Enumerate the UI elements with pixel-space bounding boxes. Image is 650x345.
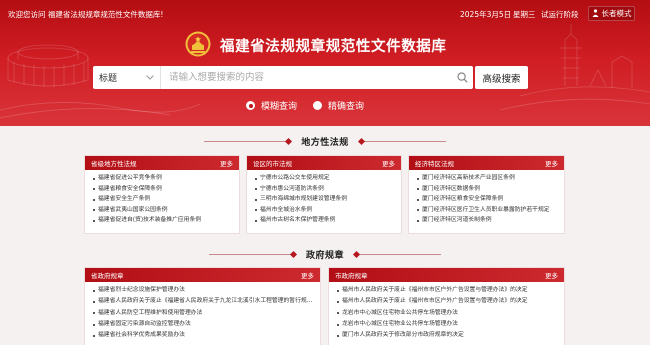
card-provincial-regulations: 省级地方性法规 更多 福建省促进公平竞争条例 福建省粮食安全保障条例 福建省安全…: [84, 155, 240, 234]
list-item[interactable]: 福建省固定污染源自动监控管理办法: [93, 319, 314, 330]
exact-query-label: 精确查询: [328, 102, 365, 112]
elder-mode-label: 长者模式: [601, 9, 632, 18]
card-header: 市政府规章 更多: [329, 268, 564, 282]
list-item[interactable]: 福建省粮食安全保障条例: [93, 184, 233, 195]
card-title: 设区的市法规: [253, 160, 292, 168]
header-banner: 欢迎您访问 福建省法规规章规范性文件数据库! 2025年3月5日 星期三 试运行…: [0, 0, 650, 126]
list-item[interactable]: 福州市人民政府关于废止《福州市市区户外广告设置与管理办法》的决定: [337, 285, 558, 296]
list-item[interactable]: 福建省人民政府关于废止《福建省人民政府关于九龙江北溪引水工程管理的暂行规定》的决…: [93, 296, 314, 307]
card-header: 省级地方性法规 更多: [85, 156, 239, 170]
more-link[interactable]: 更多: [382, 158, 395, 168]
section-heading-rules: 政府规章: [0, 247, 650, 261]
rule-list: 福州市人民政府关于废止《福州市市区户外广告设置与管理办法》的决定 福州市人民政府…: [329, 282, 564, 341]
top-bar: 欢迎您访问 福建省法规规章规范性文件数据库! 2025年3月5日 星期三 试运行…: [0, 0, 650, 26]
regulation-list: 宁德市公路公交车使用规定 宁德市惠公河道防洪条例 三明市海绵城市规划建设管理条例…: [247, 170, 401, 226]
list-item[interactable]: 厦门经济特区河道长制条例: [417, 215, 558, 226]
list-item[interactable]: 厦门经济特区高新技术产业园区条例: [417, 173, 558, 184]
card-title: 省级地方性法规: [91, 160, 137, 168]
search-bar: 标题: [93, 66, 473, 89]
regulation-list: 福建省促进公平竞争条例 福建省粮食安全保障条例 福建省安全生产条例 福建省武夷山…: [85, 170, 239, 226]
list-item[interactable]: 福建省武夷山国家公园条例: [93, 205, 233, 216]
list-item[interactable]: 福建省促进公平竞争条例: [93, 173, 233, 184]
welcome-text: 欢迎您访问 福建省法规规章规范性文件数据库!: [8, 10, 164, 19]
radio-selected-icon: [246, 101, 255, 110]
chevron-down-icon: [146, 74, 154, 82]
list-item[interactable]: 福州市古树名木保护管理条例: [255, 215, 395, 226]
more-link[interactable]: 更多: [301, 270, 314, 280]
national-emblem-icon: [185, 31, 211, 57]
card-header: 省政府规章 更多: [85, 268, 320, 282]
search-field-select[interactable]: 标题: [93, 66, 161, 89]
date-text: 2025年3月5日: [460, 10, 512, 19]
site-title: 福建省法规规章规范性文件数据库: [220, 39, 447, 55]
list-item[interactable]: 福建省人民防空工程维护和使用管理办法: [93, 308, 314, 319]
divider: [360, 140, 446, 142]
fuzzy-query-radio[interactable]: 模糊查询: [246, 99, 297, 112]
section-title: 政府规章: [305, 250, 344, 261]
divider: [204, 140, 290, 142]
advanced-search-button[interactable]: 高级搜索: [475, 66, 528, 89]
query-mode-group: 模糊查询 精确查询: [246, 99, 364, 112]
card-provincial-rules: 省政府规章 更多 福建省烈士纪念设施保护管理办法 福建省人民政府关于废止《福建省…: [84, 267, 321, 345]
card-sez-regulations: 经济特区法规 更多 厦门经济特区高新技术产业园区条例 厦门经济特区数据条例 厦门…: [408, 155, 565, 234]
card-header: 设区的市法规 更多: [247, 156, 401, 170]
divider: [208, 253, 294, 255]
rule-list: 福建省烈士纪念设施保护管理办法 福建省人民政府关于废止《福建省人民政府关于九龙江…: [85, 282, 320, 341]
list-item[interactable]: 龙岩市中心城区住宅物业公共停车场管理办法: [337, 319, 558, 330]
elder-mode-button[interactable]: 长者模式: [588, 6, 635, 21]
list-item[interactable]: 福建省社会科学优秀成果奖励办法: [93, 330, 314, 341]
section-heading-regulations: 地方性法规: [0, 134, 650, 148]
list-item[interactable]: 宁德市公路公交车使用规定: [255, 173, 395, 184]
radio-unselected-icon: [313, 101, 323, 110]
card-title: 省政府规章: [91, 272, 124, 280]
person-icon: [592, 8, 599, 19]
fuzzy-query-label: 模糊查询: [261, 102, 298, 112]
section-title: 地方性法规: [301, 137, 349, 148]
more-link[interactable]: 更多: [220, 158, 233, 168]
list-item[interactable]: 福建省安全生产条例: [93, 194, 233, 205]
list-item[interactable]: 福建省促进自(贸)技术装备推广应用条例: [93, 215, 233, 226]
search-field-value: 标题: [99, 74, 118, 84]
card-title: 经济特区法规: [415, 160, 454, 168]
card-city-regulations: 设区的市法规 更多 宁德市公路公交车使用规定 宁德市惠公河道防洪条例 三明市海绵…: [246, 155, 402, 234]
search-icon[interactable]: [451, 66, 473, 89]
list-item[interactable]: 三明市海绵城市规划建设管理条例: [255, 194, 395, 205]
weekday-text: 星期三: [513, 10, 536, 19]
search-input[interactable]: [161, 67, 451, 88]
regulation-list: 厦门经济特区高新技术产业园区条例 厦门经济特区数据条例 厦门经济特区粮食安全保障…: [409, 170, 564, 226]
card-city-rules: 市政府规章 更多 福州市人民政府关于废止《福州市市区户外广告设置与管理办法》的决…: [328, 267, 565, 345]
list-item[interactable]: 福建省烈士纪念设施保护管理办法: [93, 285, 314, 296]
list-item[interactable]: 厦门经济特区粮食安全保障条例: [417, 194, 558, 205]
list-item[interactable]: 龙岩市中心城区住宅物业公共停车场管理办法: [337, 308, 558, 319]
more-link[interactable]: 更多: [545, 270, 558, 280]
card-title: 市政府规章: [335, 272, 368, 280]
list-item[interactable]: 福州市全城治水条例: [255, 205, 395, 216]
list-item[interactable]: 厦门市人民政府关于修改部分市政府规章的决定: [337, 330, 558, 341]
exact-query-radio[interactable]: 精确查询: [313, 99, 364, 112]
divider: [356, 253, 441, 255]
status-text: 试运行阶段: [541, 10, 579, 19]
list-item[interactable]: 宁德市惠公河道防洪条例: [255, 184, 395, 195]
list-item[interactable]: 福州市人民政府关于废止《福州市市区户外广告设置与管理办法》的决定: [337, 296, 558, 307]
card-header: 经济特区法规 更多: [409, 156, 564, 170]
list-item[interactable]: 厦门经济特区医疗卫生人员职业暴露防护若干规定: [417, 205, 558, 216]
list-item[interactable]: 厦门经济特区数据条例: [417, 184, 558, 195]
more-link[interactable]: 更多: [545, 158, 558, 168]
